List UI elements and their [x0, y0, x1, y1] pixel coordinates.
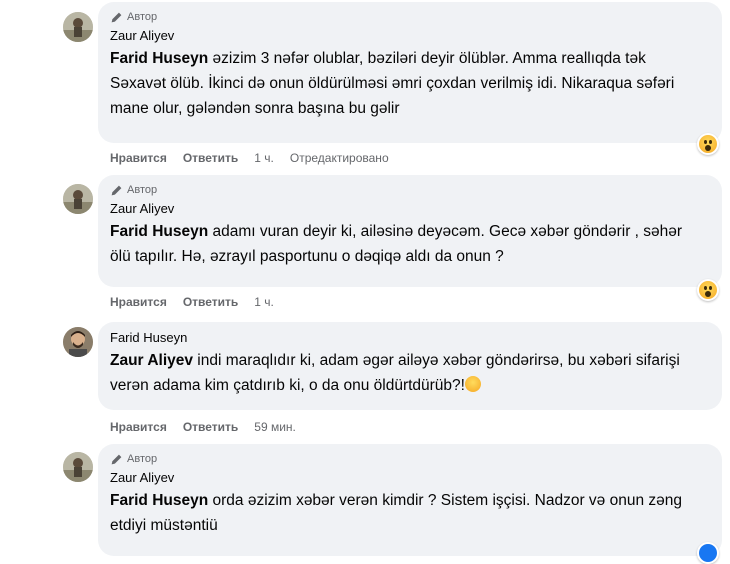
author-badge: Автор [110, 8, 710, 26]
timestamp[interactable]: 1 ч. [254, 149, 274, 167]
avatar[interactable] [63, 184, 93, 214]
mention-link[interactable]: Farid Huseyn [110, 492, 208, 509]
author-badge: Автор [110, 181, 710, 199]
wow-emoji-icon [699, 135, 717, 153]
comment-text: Zaur Aliyev indi maraqlıdır ki, adam əgə… [110, 352, 680, 394]
timestamp[interactable]: 59 мин. [254, 418, 296, 436]
author-name[interactable]: Zaur Aliyev [110, 26, 710, 46]
avatar[interactable] [63, 452, 93, 482]
reaction-badge[interactable] [697, 279, 719, 301]
author-badge: Автор [110, 450, 710, 468]
mention-link[interactable]: Farid Huseyn [110, 50, 208, 67]
reply-button[interactable]: Ответить [183, 149, 238, 167]
reply-button[interactable]: Ответить [183, 293, 238, 311]
comment-text: Farid Huseyn əzizim 3 nəfər olublar, bəz… [110, 50, 675, 117]
comment-actions: Нравится Ответить 1 ч. [110, 293, 274, 311]
like-button[interactable]: Нравится [110, 149, 167, 167]
pencil-icon [111, 185, 122, 195]
pencil-icon [111, 454, 122, 464]
comment-text: Farid Huseyn adamı vuran deyir ki, ailəs… [110, 223, 683, 265]
mention-link[interactable]: Farid Huseyn [110, 223, 208, 240]
mention-link[interactable]: Zaur Aliyev [110, 352, 193, 369]
thinking-emoji-icon [464, 376, 481, 392]
reaction-badge[interactable] [697, 133, 719, 155]
like-button[interactable]: Нравится [110, 293, 167, 311]
timestamp[interactable]: 1 ч. [254, 293, 274, 311]
comment-bubble: Автор Zaur Aliyev Farid Huseyn orda əziz… [98, 444, 722, 556]
reaction-badge[interactable] [697, 542, 719, 564]
wow-emoji-icon [699, 281, 717, 299]
edited-label: Отредактировано [289, 151, 389, 165]
author-name[interactable]: Farid Huseyn [110, 328, 710, 348]
author-name[interactable]: Zaur Aliyev [110, 199, 710, 219]
comment-bubble: Автор Zaur Aliyev Farid Huseyn əzizim 3 … [98, 2, 722, 143]
comment-bubble: Farid Huseyn Zaur Aliyev indi maraqlıdır… [98, 322, 722, 410]
like-button[interactable]: Нравится [110, 418, 167, 436]
comment-actions: Нравится Ответить 1 ч. Отредактировано [110, 149, 389, 167]
pencil-icon [111, 12, 122, 22]
comment-bubble: Автор Zaur Aliyev Farid Huseyn adamı vur… [98, 175, 722, 287]
comment-text: Farid Huseyn orda əzizim xəbər verən kim… [110, 492, 683, 534]
reply-button[interactable]: Ответить [183, 418, 238, 436]
comment-actions: Нравится Ответить 59 мин. [110, 418, 296, 436]
avatar[interactable] [63, 327, 93, 357]
author-name[interactable]: Zaur Aliyev [110, 468, 710, 488]
avatar[interactable] [63, 12, 93, 42]
